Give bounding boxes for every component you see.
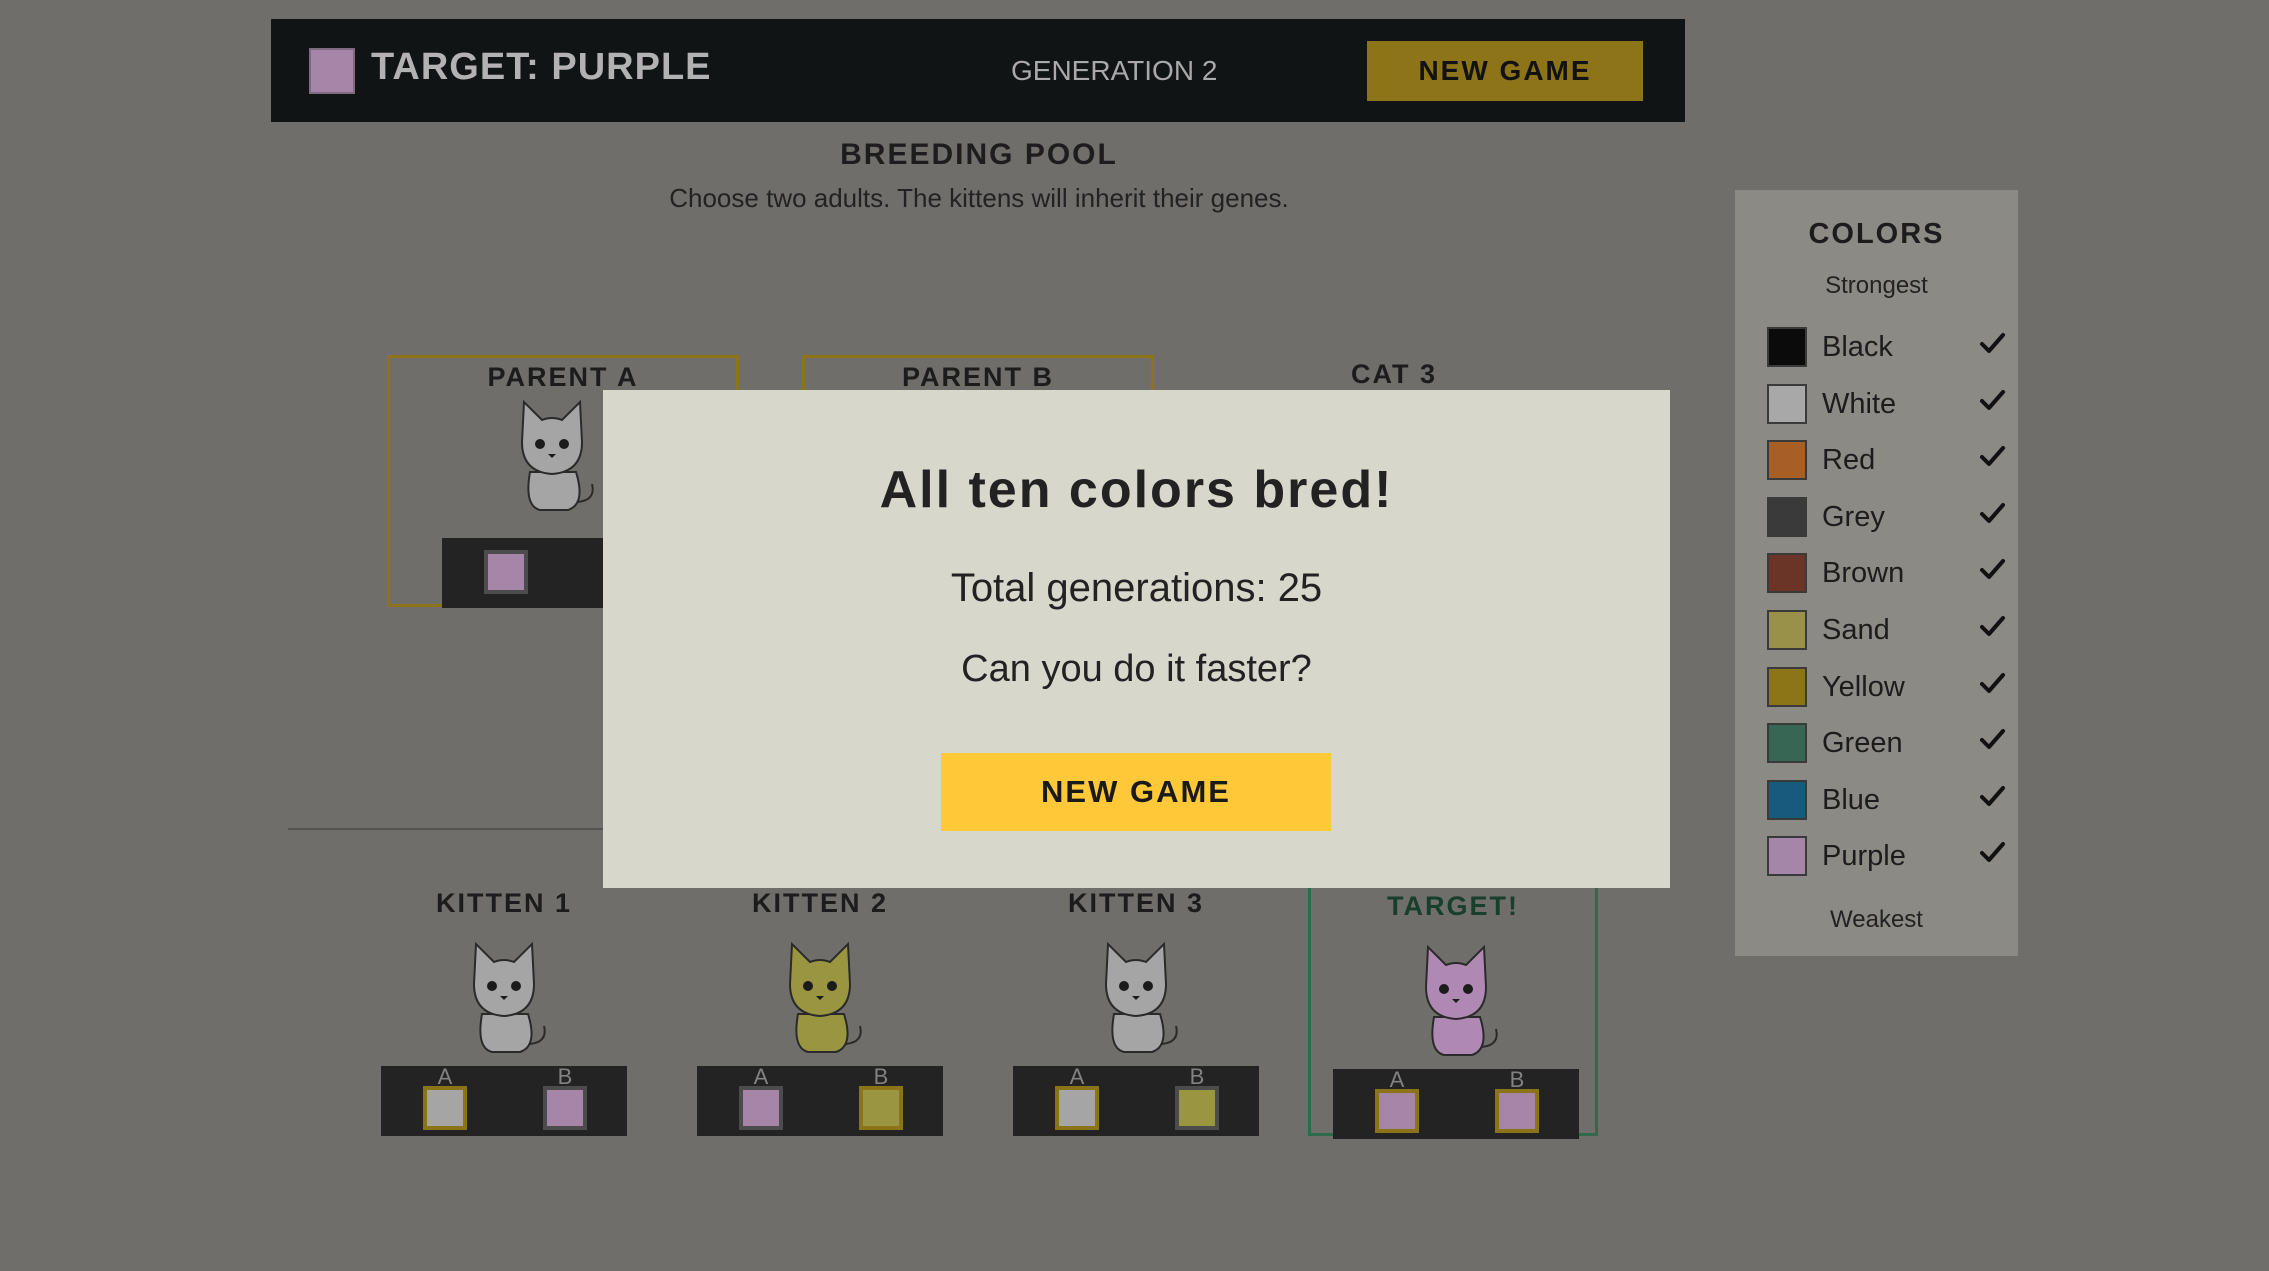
cat-sprite	[472, 941, 546, 1053]
gene-bar: A B	[1013, 1064, 1259, 1136]
color-row-white: White	[1767, 383, 2007, 424]
kitten-label: KITTEN 2	[751, 888, 888, 918]
gene-a-swatch	[1375, 1089, 1419, 1133]
color-row-red: Red	[1767, 440, 2007, 481]
total-generations: Total generations: 25	[950, 566, 1323, 610]
check-icon	[1980, 672, 2005, 693]
check-icon	[1980, 729, 2005, 750]
target-color-swatch	[309, 48, 355, 94]
color-row-yellow: Yellow	[1767, 666, 2007, 707]
check-icon	[1980, 389, 2005, 410]
color-swatch	[1767, 327, 1807, 367]
breeding-pool-subtitle: Choose two adults. The kittens will inhe…	[669, 183, 1289, 213]
kitten-label: TARGET!	[1387, 891, 1519, 921]
color-row-grey: Grey	[1767, 496, 2007, 537]
check-icon	[1980, 785, 2005, 806]
kitten-label: KITTEN 3	[1067, 888, 1204, 918]
gene-swatch	[484, 550, 528, 594]
color-row-blue: Blue	[1767, 779, 2007, 820]
check-icon	[1980, 502, 2005, 523]
color-name: Blue	[1822, 783, 1881, 816]
gene-b-swatch	[1495, 1089, 1539, 1133]
kitten-label: KITTEN 1	[435, 888, 572, 918]
color-swatch	[1767, 383, 1807, 424]
adult-label: PARENT A	[487, 362, 639, 392]
gene-b-swatch	[859, 1086, 903, 1130]
color-name: Yellow	[1822, 670, 1905, 703]
check-icon	[1980, 559, 2005, 580]
gene-b-swatch	[1175, 1086, 1219, 1130]
target-title: TARGET: PURPLE	[371, 46, 712, 88]
color-name: White	[1822, 387, 1897, 420]
color-swatch	[1767, 440, 1807, 481]
cat-sprite	[520, 399, 594, 511]
color-swatch	[1767, 666, 1807, 707]
weakest-label: Weakest	[1830, 906, 1923, 933]
color-name: Green	[1822, 727, 1903, 760]
color-row-brown: Brown	[1767, 553, 2007, 594]
target-kitten-card[interactable]: TARGET! A B	[1308, 880, 1598, 1139]
win-modal: All ten colors bred! Total generations: …	[603, 390, 1670, 888]
gene-bar: A B	[1333, 1067, 1579, 1139]
color-name: Sand	[1822, 614, 1890, 646]
adult-label: CAT 3	[1350, 359, 1437, 389]
check-icon	[1980, 842, 2005, 863]
color-name: Red	[1822, 444, 1876, 477]
cat-sprite	[1104, 941, 1178, 1053]
color-swatch	[1767, 723, 1807, 764]
colors-panel-title: COLORS	[1808, 218, 1945, 250]
color-row-black: Black	[1767, 327, 2007, 367]
gene-a-swatch	[739, 1086, 783, 1130]
kitten-card[interactable]: KITTEN 3 A B	[1013, 880, 1259, 1136]
cat-sprite	[788, 941, 862, 1053]
adult-label: PARENT B	[901, 362, 1054, 392]
check-icon	[1980, 446, 2005, 467]
colors-panel: COLORS Strongest Black White Red Grey Br…	[1735, 190, 2018, 956]
cat-sprite	[1424, 944, 1498, 1056]
color-row-sand: Sand	[1767, 610, 2007, 650]
color-swatch	[1767, 553, 1807, 594]
breeding-pool-title: BREEDING POOL	[840, 138, 1118, 171]
color-swatch	[1767, 610, 1807, 650]
check-icon	[1980, 333, 2005, 353]
modal-new-game-button[interactable]: NEW GAME	[941, 753, 1331, 831]
kitten-card[interactable]: KITTEN 2 A B	[697, 880, 943, 1136]
check-icon	[1980, 616, 2005, 636]
color-swatch	[1767, 496, 1807, 537]
modal-question: Can you do it faster?	[961, 648, 1312, 690]
gene-bar	[442, 538, 622, 608]
gene-bar: A B	[381, 1064, 627, 1136]
color-name: Brown	[1822, 557, 1905, 590]
color-row-green: Green	[1767, 723, 2007, 764]
modal-title: All ten colors bred!	[879, 461, 1394, 519]
color-name: Black	[1822, 331, 1893, 363]
section-divider	[288, 828, 604, 830]
top-bar: TARGET: PURPLE GENERATION 2 NEW GAME	[271, 19, 1685, 122]
color-swatch	[1767, 779, 1807, 820]
gene-a-swatch	[1055, 1086, 1099, 1130]
gene-b-swatch	[543, 1086, 587, 1130]
strongest-label: Strongest	[1825, 272, 1928, 299]
gene-a-swatch	[423, 1086, 467, 1130]
gene-bar: A B	[697, 1064, 943, 1136]
color-row-purple: Purple	[1767, 836, 2007, 877]
color-swatch	[1767, 836, 1807, 877]
color-name: Grey	[1822, 500, 1885, 533]
generation-counter: GENERATION 2	[1011, 55, 1218, 86]
color-name: Purple	[1822, 840, 1906, 873]
new-game-button[interactable]: NEW GAME	[1367, 41, 1643, 101]
kitten-card[interactable]: KITTEN 1 A B	[381, 880, 627, 1136]
